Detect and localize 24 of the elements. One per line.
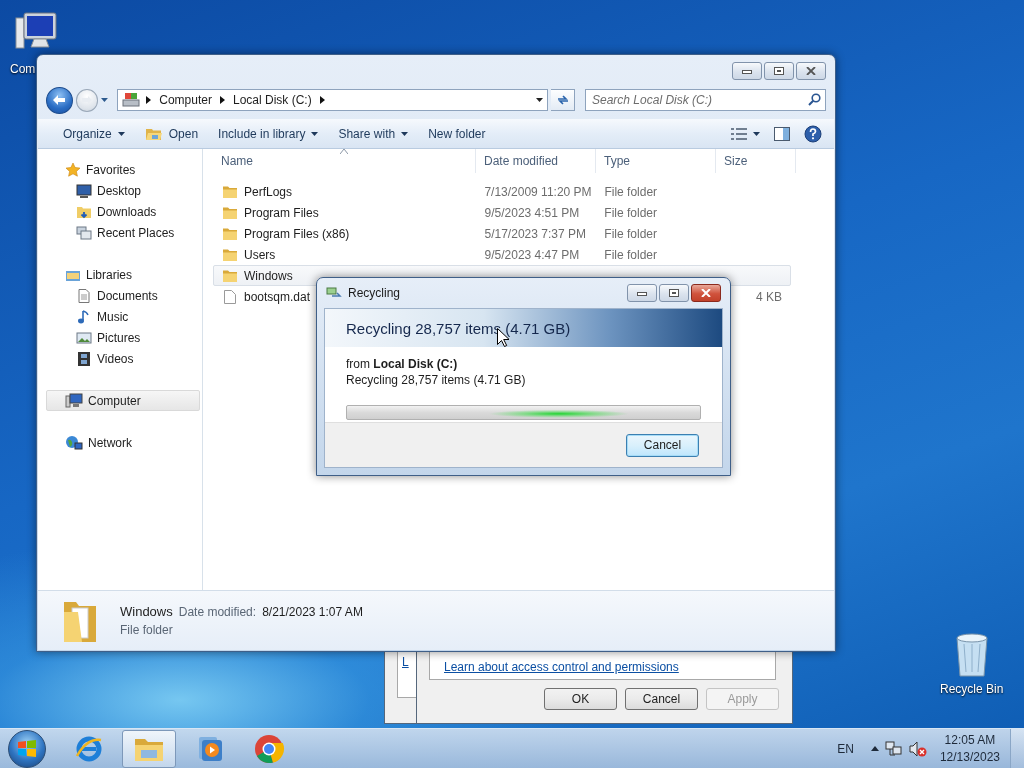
date-text: 9/5/2023 4:51 PM xyxy=(484,205,580,220)
file-name: Users xyxy=(244,247,276,262)
window-title: Recycling xyxy=(348,286,402,300)
type-text: File folder xyxy=(604,226,657,241)
type-text: File folder xyxy=(604,247,657,262)
details-value: 8/21/2023 1:07 AM xyxy=(262,605,363,619)
desktop-icon-label: Com xyxy=(10,62,36,76)
date-text: 5/17/2023 7:37 PM xyxy=(484,226,586,241)
size-text: 4 KB xyxy=(756,289,782,304)
file-name: bootsqm.dat xyxy=(244,289,311,304)
type-text: File folder xyxy=(604,184,658,199)
desktop-icon-label: Recycle Bin xyxy=(940,682,1004,696)
status-text: Recycling 28,757 items (4.71 GB) xyxy=(346,373,527,387)
details-type: File folder xyxy=(120,623,174,637)
details-name: Windows xyxy=(120,604,173,619)
file-name: Program Files xyxy=(244,205,319,220)
date-text: 7/13/2009 11:20 PM xyxy=(484,184,592,199)
file-name: Program Files (x86) xyxy=(244,226,350,241)
date-text: 9/5/2023 4:47 PM xyxy=(484,247,580,262)
file-name: Windows xyxy=(244,268,293,283)
file-name: PerfLogs xyxy=(244,184,293,199)
source-text: from Local Disk (C:) xyxy=(346,357,459,371)
details-label: Date modified: xyxy=(178,605,257,619)
type-text: File folder xyxy=(604,205,657,220)
